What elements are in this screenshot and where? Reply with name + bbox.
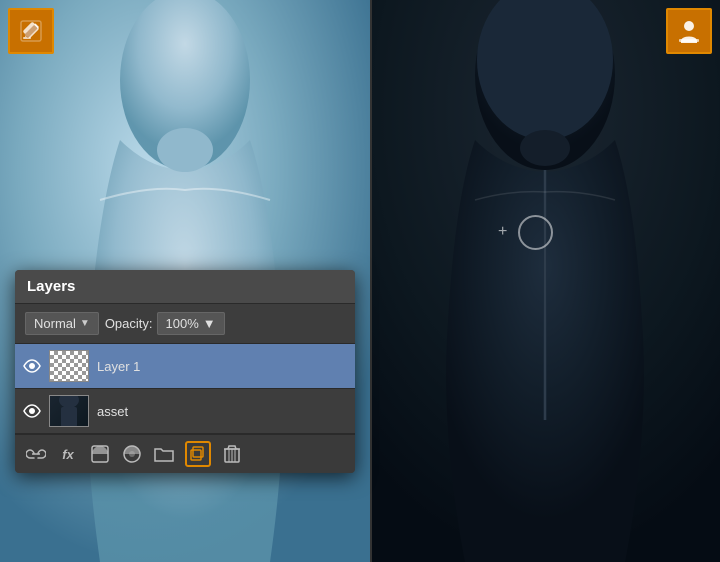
- layer-item[interactable]: Layer 1: [15, 344, 355, 389]
- layer-name: asset: [97, 404, 347, 419]
- canvas-divider: [370, 0, 372, 562]
- layers-panel: Layers Normal ▼ Opacity: 100% ▼ Lay: [15, 270, 355, 473]
- layers-toolbar: fx: [15, 434, 355, 473]
- fx-icon[interactable]: fx: [57, 443, 79, 465]
- layer-thumbnail: [49, 350, 89, 382]
- layer-visibility-toggle[interactable]: [23, 402, 41, 420]
- opacity-label: Opacity:: [105, 316, 153, 331]
- link-icon[interactable]: [25, 443, 47, 465]
- layer-name: Layer 1: [97, 359, 347, 374]
- canvas-right: [370, 0, 720, 562]
- adjustment-icon[interactable]: [121, 443, 143, 465]
- layers-list: Layer 1 asset: [15, 344, 355, 434]
- layer-item[interactable]: asset: [15, 389, 355, 434]
- layer-visibility-toggle[interactable]: [23, 357, 41, 375]
- edit-tool-button[interactable]: [8, 8, 54, 54]
- blend-mode-value: Normal: [34, 316, 76, 331]
- opacity-value: 100%: [166, 316, 199, 331]
- layers-panel-header: Layers: [15, 270, 355, 304]
- layers-title: Layers: [27, 278, 75, 295]
- delete-icon[interactable]: [221, 443, 243, 465]
- opacity-chevron: ▼: [203, 316, 216, 331]
- layer-thumbnail: [49, 395, 89, 427]
- crosshair-right: [518, 215, 553, 250]
- opacity-dropdown[interactable]: 100% ▼: [157, 312, 225, 335]
- layers-controls-row: Normal ▼ Opacity: 100% ▼: [15, 304, 355, 344]
- stamp-tool-button[interactable]: [666, 8, 712, 54]
- blend-mode-chevron: ▼: [80, 318, 90, 329]
- blend-mode-dropdown[interactable]: Normal ▼: [25, 312, 99, 335]
- opacity-row: Opacity: 100% ▼: [105, 312, 225, 335]
- new-layer-icon[interactable]: [185, 441, 211, 467]
- folder-icon[interactable]: [153, 443, 175, 465]
- mask-icon[interactable]: [89, 443, 111, 465]
- fx-label: fx: [62, 447, 74, 462]
